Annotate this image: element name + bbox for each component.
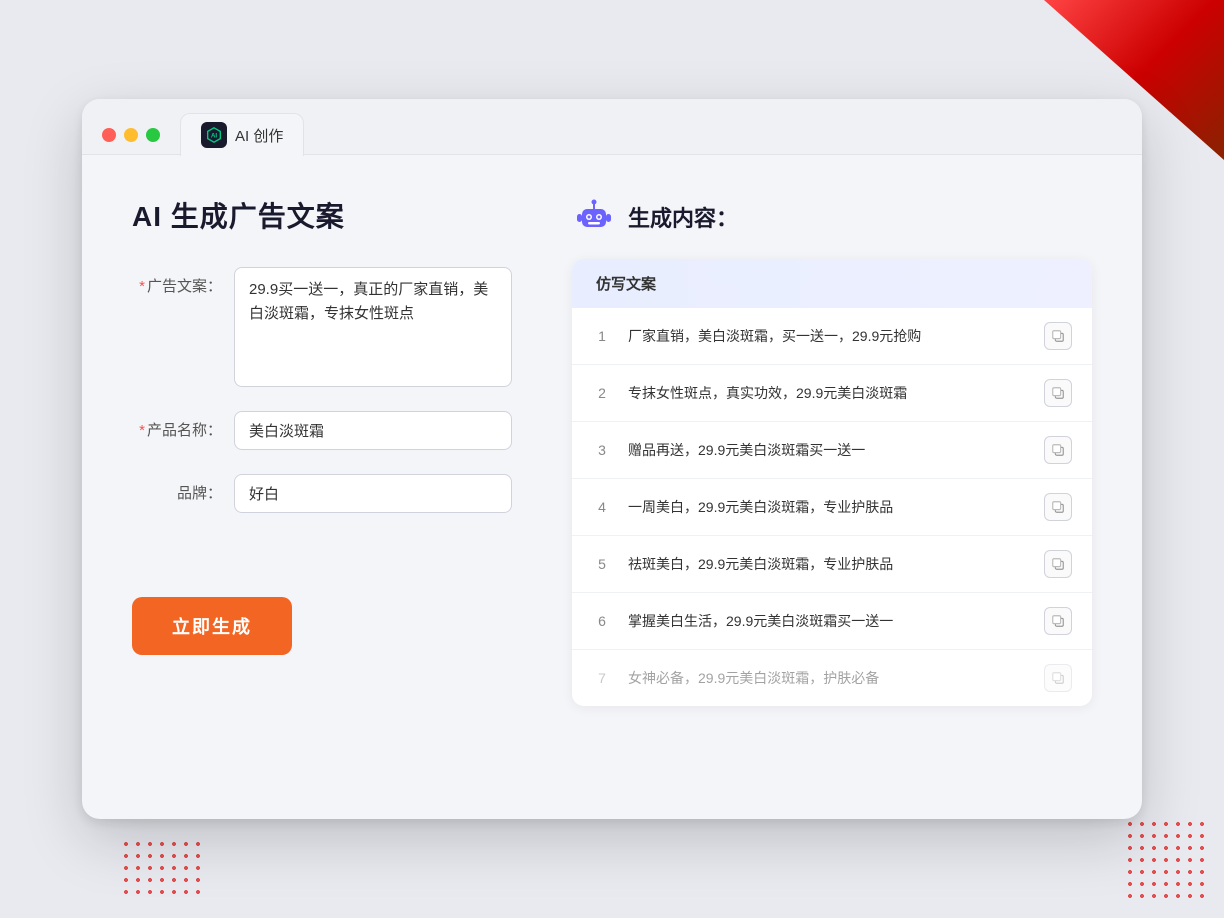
ad-copy-label: *广告文案： xyxy=(132,267,222,296)
copy-button[interactable] xyxy=(1044,664,1072,692)
row-text: 掌握美白生活，29.9元美白淡斑霜买一送一 xyxy=(628,611,1028,632)
right-panel: 生成内容： 仿写文案 1 厂家直销，美白淡斑霜，买一送一，29.9元抢购 2 专抹女性… xyxy=(572,195,1092,775)
minimize-button[interactable] xyxy=(124,128,138,142)
brand-label: 品牌： xyxy=(132,474,222,503)
product-name-label: *产品名称： xyxy=(132,411,222,440)
table-row: 5 祛斑美白，29.9元美白淡斑霜，专业护肤品 xyxy=(572,536,1092,593)
required-mark-ad: * xyxy=(139,278,145,295)
table-row: 6 掌握美白生活，29.9元美白淡斑霜买一送一 xyxy=(572,593,1092,650)
copy-button[interactable] xyxy=(1044,493,1072,521)
row-text: 厂家直销，美白淡斑霜，买一送一，29.9元抢购 xyxy=(628,326,1028,347)
brand-group: 品牌： xyxy=(132,474,512,513)
row-number: 6 xyxy=(592,613,612,629)
row-text: 祛斑美白，29.9元美白淡斑霜，专业护肤品 xyxy=(628,554,1028,575)
ai-tab-icon: AI xyxy=(201,122,227,148)
row-text: 赠品再送，29.9元美白淡斑霜买一送一 xyxy=(628,440,1028,461)
ad-copy-group: *广告文案： xyxy=(132,267,512,387)
row-number: 4 xyxy=(592,499,612,515)
product-name-input[interactable] xyxy=(234,411,512,450)
row-text: 一周美白，29.9元美白淡斑霜，专业护肤品 xyxy=(628,497,1028,518)
traffic-lights xyxy=(102,128,160,142)
row-number: 2 xyxy=(592,385,612,401)
title-bar: AI AI 创作 xyxy=(82,99,1142,155)
tab-label: AI 创作 xyxy=(235,125,283,146)
row-number: 5 xyxy=(592,556,612,572)
corner-dots-bottom-left xyxy=(120,838,200,898)
result-title: 生成内容： xyxy=(628,201,738,233)
table-row: 4 一周美白，29.9元美白淡斑霜，专业护肤品 xyxy=(572,479,1092,536)
results-rows-container: 1 厂家直销，美白淡斑霜，买一送一，29.9元抢购 2 专抹女性斑点，真实功效，29.… xyxy=(572,308,1092,706)
copy-button[interactable] xyxy=(1044,379,1072,407)
row-number: 1 xyxy=(592,328,612,344)
svg-text:AI: AI xyxy=(211,133,218,140)
tab-ai-create[interactable]: AI AI 创作 xyxy=(180,113,304,156)
product-name-group: *产品名称： xyxy=(132,411,512,450)
required-mark-product: * xyxy=(139,422,145,439)
table-row: 2 专抹女性斑点，真实功效，29.9元美白淡斑霜 xyxy=(572,365,1092,422)
table-row: 3 赠品再送，29.9元美白淡斑霜买一送一 xyxy=(572,422,1092,479)
close-button[interactable] xyxy=(102,128,116,142)
copy-button[interactable] xyxy=(1044,436,1072,464)
row-text: 专抹女性斑点，真实功效，29.9元美白淡斑霜 xyxy=(628,383,1028,404)
maximize-button[interactable] xyxy=(146,128,160,142)
result-header: 生成内容： xyxy=(572,195,1092,239)
generate-button[interactable]: 立即生成 xyxy=(132,597,292,655)
table-row: 7 女神必备，29.9元美白淡斑霜，护肤必备 xyxy=(572,650,1092,706)
brand-input[interactable] xyxy=(234,474,512,513)
row-number: 3 xyxy=(592,442,612,458)
table-header: 仿写文案 xyxy=(572,259,1092,308)
page-title: AI 生成广告文案 xyxy=(132,195,512,235)
browser-window: AI AI 创作 AI 生成广告文案 *广告文案： *产品名称： xyxy=(82,99,1142,819)
ad-copy-input[interactable] xyxy=(234,267,512,387)
left-panel: AI 生成广告文案 *广告文案： *产品名称： 品牌： 立即生成 xyxy=(132,195,512,775)
corner-dots-bottom-right xyxy=(1124,818,1204,898)
results-table: 仿写文案 1 厂家直销，美白淡斑霜，买一送一，29.9元抢购 2 专抹女性斑点，真实功… xyxy=(572,259,1092,706)
copy-button[interactable] xyxy=(1044,550,1072,578)
main-content: AI 生成广告文案 *广告文案： *产品名称： 品牌： 立即生成 xyxy=(82,155,1142,815)
robot-icon xyxy=(572,195,616,239)
row-number: 7 xyxy=(592,670,612,686)
table-row: 1 厂家直销，美白淡斑霜，买一送一，29.9元抢购 xyxy=(572,308,1092,365)
copy-button[interactable] xyxy=(1044,322,1072,350)
row-text: 女神必备，29.9元美白淡斑霜，护肤必备 xyxy=(628,668,1028,689)
copy-button[interactable] xyxy=(1044,607,1072,635)
